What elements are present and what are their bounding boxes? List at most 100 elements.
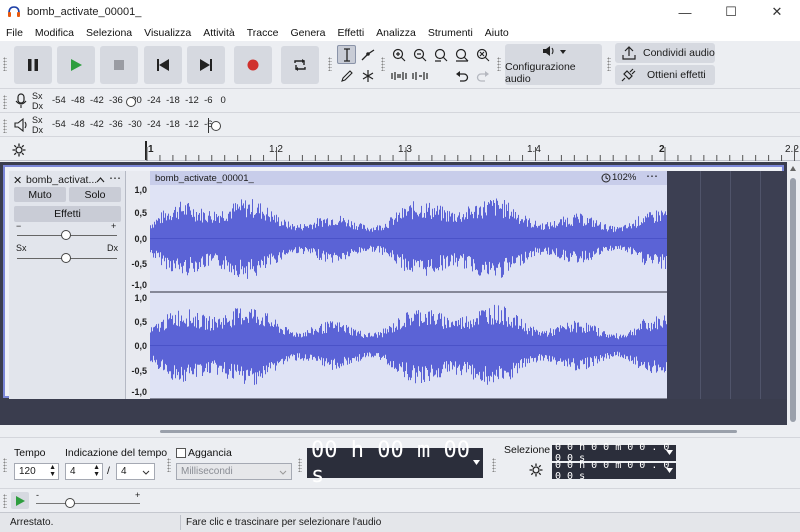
menu-tracks[interactable]: Tracce <box>245 27 281 39</box>
effects-button[interactable]: Effetti <box>14 206 121 222</box>
menu-transport[interactable]: Attività <box>201 27 237 39</box>
menu-generate[interactable]: Genera <box>288 27 327 39</box>
play-button[interactable] <box>57 46 95 84</box>
record-meter-grip[interactable] <box>3 95 7 109</box>
clip-menu-icon[interactable]: ⋯ <box>646 169 658 183</box>
zoom-toggle-button[interactable] <box>473 45 492 64</box>
audio-setup-button[interactable]: Configurazione audio <box>505 44 602 85</box>
edit-grip[interactable] <box>381 57 385 71</box>
selection-end-display[interactable]: 0 0 h 0 0 m 0 0 . 0 0 0 s <box>552 460 676 482</box>
numerator-spin-icon[interactable]: ▲ ▼ <box>93 464 100 478</box>
tempo-grip[interactable] <box>3 458 7 472</box>
microphone-icon[interactable] <box>13 93 29 109</box>
selection-start-display[interactable]: 0 0 h 0 0 m 0 0 . 0 0 0 s <box>552 442 676 464</box>
stop-button[interactable] <box>100 46 138 84</box>
track-area[interactable]: ✕ bomb_activat... ⋯ Muto Solo Effetti − … <box>0 162 787 425</box>
multi-tool[interactable] <box>358 66 377 85</box>
menu-analyze[interactable]: Analizza <box>374 27 418 39</box>
audio-track[interactable]: ✕ bomb_activat... ⋯ Muto Solo Effetti − … <box>3 165 787 399</box>
close-track-icon[interactable]: ✕ <box>13 174 22 187</box>
envelope-tool[interactable] <box>358 45 377 64</box>
chevron-down-icon[interactable] <box>666 450 673 456</box>
close-button[interactable]: ✕ <box>754 0 800 24</box>
skip-start-button[interactable] <box>144 46 182 84</box>
selection-tool[interactable] <box>337 45 356 64</box>
share-grip[interactable] <box>607 57 611 71</box>
record-meter-scale[interactable]: -54 -48 -42 -36 -30 -24 -18 -12 -6 0 <box>52 95 226 106</box>
menu-effects[interactable]: Effetti <box>336 27 367 39</box>
speed-slider-handle[interactable] <box>65 498 75 508</box>
redo-button[interactable] <box>473 66 492 85</box>
vertical-scrollbar[interactable] <box>787 162 800 425</box>
vertical-scroll-thumb[interactable] <box>790 178 796 422</box>
snap-unit-select[interactable]: Millisecondi <box>176 463 292 480</box>
time-display[interactable]: 00 h 00 m 00 s <box>307 438 483 488</box>
maximize-button[interactable]: ☐ <box>708 0 754 24</box>
menu-tools[interactable]: Strumenti <box>426 27 475 39</box>
play-level-slider[interactable] <box>211 121 221 131</box>
mute-button[interactable]: Muto <box>14 187 66 202</box>
zoom-out-button[interactable] <box>410 45 429 64</box>
minimize-button[interactable]: — <box>662 0 708 24</box>
loop-button[interactable] <box>281 46 319 84</box>
zoom-in-button[interactable] <box>389 45 408 64</box>
skip-end-button[interactable] <box>187 46 225 84</box>
audio-clip[interactable]: bomb_activate_00001_ 102% ⋯ <box>150 169 667 399</box>
scale-label: 0,0 <box>134 341 147 351</box>
time-sig-numerator[interactable]: 4 ▲ ▼ <box>65 463 103 480</box>
trim-outside-button[interactable] <box>389 66 408 85</box>
undo-button[interactable] <box>452 66 471 85</box>
menu-select[interactable]: Seleziona <box>84 27 134 39</box>
tempo-input[interactable]: 120 ▲ ▼ <box>14 463 59 480</box>
record-button[interactable] <box>234 46 272 84</box>
gain-slider-handle[interactable] <box>61 230 71 240</box>
track-name[interactable]: bomb_activat... <box>26 174 97 186</box>
time-format-dropdown-icon[interactable] <box>473 460 480 466</box>
horizontal-scrollbar[interactable] <box>0 425 800 437</box>
amplitude-scale[interactable]: 1,0 0,5 0,0 -0,5 -1,0 1,0 0,5 0,0 -0,5 -… <box>126 171 150 399</box>
share-audio-button[interactable]: Condividi audio <box>615 43 715 63</box>
scroll-up-icon[interactable] <box>789 165 797 173</box>
skip-end-icon <box>200 59 212 71</box>
time-sig-denominator[interactable]: 4 <box>116 463 155 480</box>
selection-grip[interactable] <box>492 458 496 472</box>
rec-tick: -18 <box>166 95 180 106</box>
play-tick: -42 <box>90 119 104 130</box>
fit-selection-button[interactable] <box>431 45 450 64</box>
silence-button[interactable] <box>410 66 429 85</box>
menu-help[interactable]: Aiuto <box>483 27 511 39</box>
menu-view[interactable]: Visualizza <box>142 27 193 39</box>
play-meter-scale[interactable]: -54 -48 -42 -36 -30 -24 -18 -12 -6 <box>52 119 213 130</box>
clip-header[interactable]: bomb_activate_00001_ 102% ⋯ <box>150 169 667 185</box>
gear-icon[interactable] <box>529 463 543 477</box>
timeline-ruler[interactable]: 1 1.2 1.3 1.4 2 2.2 <box>0 139 800 161</box>
snap-checkbox[interactable] <box>176 448 186 458</box>
pause-button[interactable] <box>14 46 52 84</box>
tools-grip[interactable] <box>328 57 332 71</box>
solo-button[interactable]: Solo <box>69 187 121 202</box>
track-menu-icon[interactable]: ⋯ <box>109 171 121 185</box>
play-meter-toolbar: Sx Dx -54 -48 -42 -36 -30 -24 -18 -12 -6 <box>0 114 800 137</box>
chevron-down-icon[interactable] <box>666 468 673 474</box>
play-meter-grip[interactable] <box>3 119 7 133</box>
play-speed-grip[interactable] <box>3 494 7 508</box>
tempo-spin-icon[interactable]: ▲ ▼ <box>49 464 56 478</box>
time-grip[interactable] <box>298 458 302 472</box>
waveform-area[interactable]: bomb_activate_00001_ 102% ⋯ <box>150 169 787 399</box>
speaker-icon[interactable] <box>13 117 29 133</box>
menu-file[interactable]: File <box>4 27 25 39</box>
get-effects-button[interactable]: Ottieni effetti <box>615 65 715 85</box>
toolbar-grip[interactable] <box>3 57 7 71</box>
speaker-dropdown-icon <box>542 46 566 56</box>
record-level-slider[interactable] <box>126 97 136 107</box>
collapse-icon[interactable] <box>96 176 105 183</box>
menu-edit[interactable]: Modifica <box>33 27 76 39</box>
audio-setup-grip[interactable] <box>497 57 501 71</box>
snap-grip[interactable] <box>167 458 171 472</box>
play-at-speed-button[interactable] <box>11 492 29 509</box>
play-icon <box>71 59 82 71</box>
fit-project-button[interactable] <box>452 45 471 64</box>
draw-tool[interactable] <box>337 66 356 85</box>
horizontal-scroll-thumb[interactable] <box>160 430 737 433</box>
pan-slider-handle[interactable] <box>61 253 71 263</box>
